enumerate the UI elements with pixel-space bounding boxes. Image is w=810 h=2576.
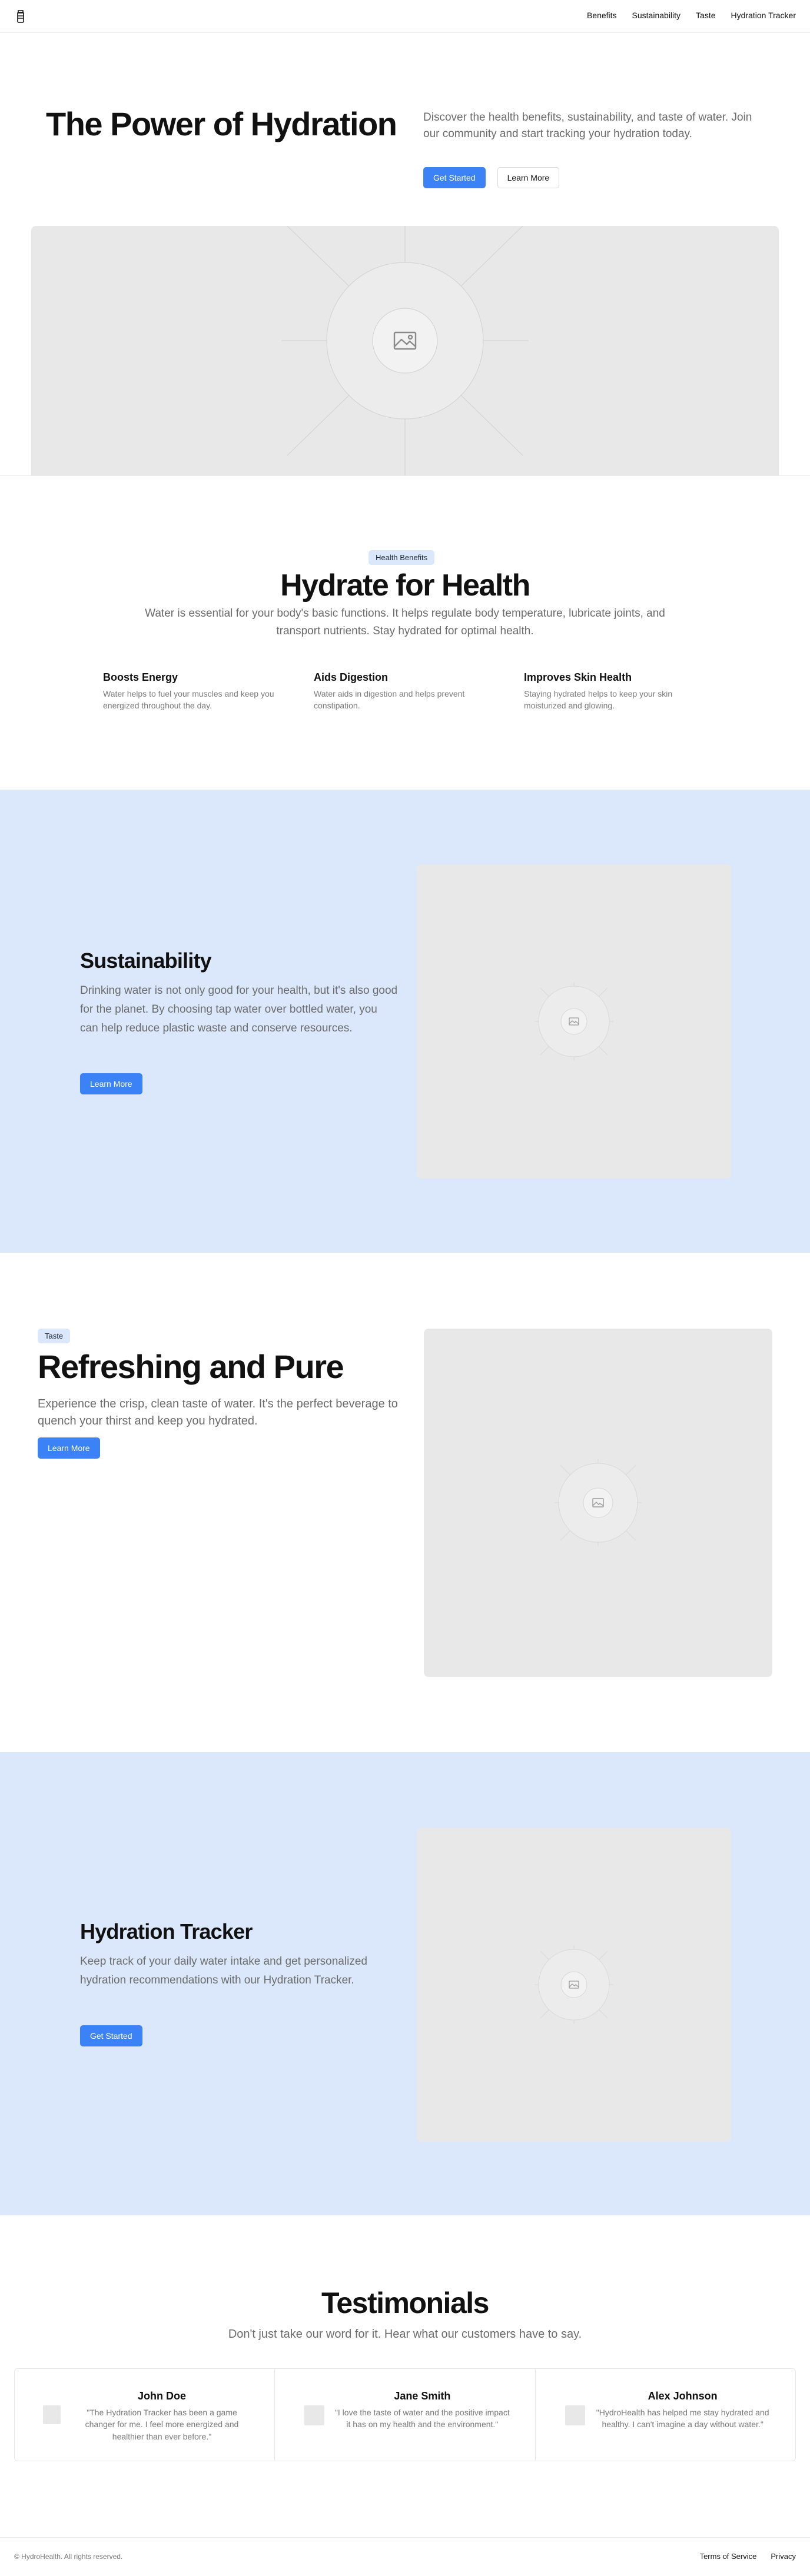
avatar xyxy=(565,2405,585,2425)
testimonial-quote: "I love the taste of water and the posit… xyxy=(334,2408,510,2429)
hero-title: The Power of Hydration xyxy=(46,105,397,142)
sustainability-description: Drinking water is not only good for your… xyxy=(80,984,398,1034)
terms-of-service-link[interactable]: Terms of Service xyxy=(700,2552,757,2561)
tracker-description: Keep track of your daily water intake an… xyxy=(80,1955,367,1986)
testimonials-subtitle: Don't just take our word for it. Hear wh… xyxy=(228,2328,582,2341)
testimonial-quote: "HydroHealth has helped me stay hydrated… xyxy=(596,2408,769,2429)
testimonial-quote: "The Hydration Tracker has been a game c… xyxy=(85,2408,239,2441)
feature-title: Improves Skin Health xyxy=(524,671,632,683)
nav-links: Benefits Sustainability Taste Hydration … xyxy=(587,11,796,20)
testimonials-title: Testimonials xyxy=(321,2287,489,2319)
sustainability-learn-more-button[interactable]: Learn More xyxy=(80,1073,142,1094)
privacy-link[interactable]: Privacy xyxy=(771,2552,796,2561)
hero-description: Discover the health benefits, sustainabi… xyxy=(423,111,752,140)
image-placeholder-icon xyxy=(535,1945,613,2024)
section-divider xyxy=(0,475,810,476)
learn-more-button[interactable]: Learn More xyxy=(497,167,560,188)
hero-image-placeholder xyxy=(31,226,779,475)
avatar xyxy=(43,2405,61,2424)
image-placeholder-icon xyxy=(535,982,613,1061)
nav-link-sustainability[interactable]: Sustainability xyxy=(632,11,681,20)
image-placeholder-icon xyxy=(281,226,529,475)
health-benefits-badge: Health Benefits xyxy=(369,550,435,565)
testimonial-name: Jane Smith xyxy=(394,2390,451,2402)
nav-link-taste[interactable]: Taste xyxy=(696,11,715,20)
water-bottle-icon[interactable] xyxy=(14,9,27,24)
nav-link-hydration-tracker[interactable]: Hydration Tracker xyxy=(731,11,796,20)
feature-title: Boosts Energy xyxy=(103,671,178,683)
footer-links: Terms of Service Privacy xyxy=(700,2552,796,2561)
testimonial-card: Jane Smith "I love the taste of water an… xyxy=(275,2369,536,2461)
taste-title: Refreshing and Pure xyxy=(38,1348,344,1385)
testimonial-card: John Doe "The Hydration Tracker has been… xyxy=(15,2369,275,2461)
testimonial-name: John Doe xyxy=(137,2390,186,2402)
footer: © HydroHealth. All rights reserved. Term… xyxy=(0,2537,810,2576)
taste-learn-more-button[interactable]: Learn More xyxy=(38,1437,100,1459)
footer-copyright: © HydroHealth. All rights reserved. xyxy=(14,2552,123,2561)
hero-buttons: Get Started Learn More xyxy=(423,167,560,188)
feature-improves-skin-health: Improves Skin Health Staying hydrated he… xyxy=(524,671,712,711)
feature-text: Water aids in digestion and helps preven… xyxy=(314,689,465,710)
taste-image-placeholder xyxy=(424,1329,772,1677)
nav-link-benefits[interactable]: Benefits xyxy=(587,11,617,20)
taste-description: Experience the crisp, clean taste of wat… xyxy=(38,1397,398,1427)
top-nav: Benefits Sustainability Taste Hydration … xyxy=(0,0,810,33)
avatar xyxy=(304,2405,325,2425)
feature-text: Water helps to fuel your muscles and kee… xyxy=(103,689,274,710)
testimonial-name: Alex Johnson xyxy=(648,2390,718,2402)
tracker-image-placeholder xyxy=(417,1828,731,2142)
tracker-title: Hydration Tracker xyxy=(80,1919,253,1943)
taste-badge: Taste xyxy=(38,1329,71,1343)
feature-aids-digestion: Aids Digestion Water aids in digestion a… xyxy=(314,671,502,711)
get-started-button[interactable]: Get Started xyxy=(423,167,486,188)
feature-boosts-energy: Boosts Energy Water helps to fuel your m… xyxy=(103,671,291,711)
health-description: Water is essential for your body's basic… xyxy=(145,607,665,638)
feature-text: Staying hydrated helps to keep your skin… xyxy=(524,689,673,710)
sustainability-title: Sustainability xyxy=(80,948,212,973)
tracker-get-started-button[interactable]: Get Started xyxy=(80,2025,142,2046)
sustainability-image-placeholder xyxy=(417,864,731,1179)
image-placeholder-icon xyxy=(555,1459,642,1546)
health-title: Hydrate for Health xyxy=(280,568,530,603)
testimonial-card: Alex Johnson "HydroHealth has helped me … xyxy=(536,2369,795,2461)
testimonials-grid: John Doe "The Hydration Tracker has been… xyxy=(14,2368,796,2461)
feature-title: Aids Digestion xyxy=(314,671,389,683)
